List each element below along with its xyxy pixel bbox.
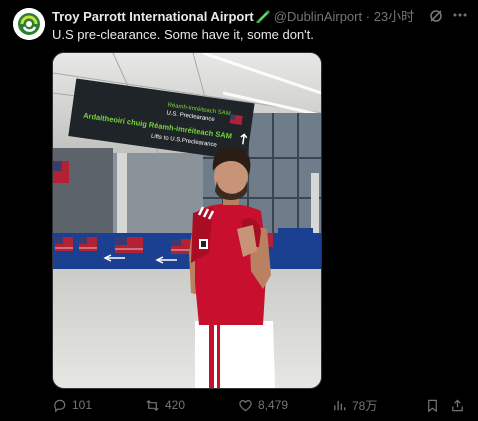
- views-button[interactable]: 78万: [332, 396, 377, 414]
- bookmark-button[interactable]: [425, 396, 440, 414]
- bookmark-icon: [428, 399, 437, 412]
- repost-count: 420: [165, 398, 186, 412]
- like-count: 8,479: [258, 398, 289, 412]
- grok-icon[interactable]: [428, 8, 444, 24]
- reply-button[interactable]: 101: [52, 396, 92, 414]
- share-icon: [452, 398, 463, 411]
- timestamp[interactable]: 23小时: [374, 9, 414, 24]
- more-options-icon[interactable]: [451, 6, 469, 24]
- reply-count: 101: [72, 398, 93, 412]
- action-bar: 101 420 8,479 78万: [0, 396, 478, 414]
- heart-icon: [239, 399, 252, 411]
- tweet-text: U.S pre-clearance. Some have it, some do…: [52, 27, 314, 42]
- tweet[interactable]: Troy Parrott International Airport @Dubli…: [0, 0, 478, 421]
- tweet-header: Troy Parrott International Airport @Dubli…: [52, 8, 448, 26]
- reply-icon: [54, 399, 66, 413]
- repost-icon: [146, 399, 159, 411]
- repost-button[interactable]: 420: [145, 396, 185, 414]
- handle[interactable]: @DublinAirport: [274, 9, 362, 24]
- dublin-airport-logo-icon: [13, 8, 45, 40]
- tweet-photo[interactable]: Réamh-imréiteach SAM U.S. Preclearance A…: [52, 52, 322, 389]
- shamrock-flag-icon: [256, 10, 270, 26]
- like-button[interactable]: 8,479: [238, 396, 288, 414]
- view-count: 78万: [352, 398, 378, 413]
- display-name[interactable]: Troy Parrott International Airport: [52, 9, 254, 24]
- views-icon: [334, 400, 346, 410]
- separator: ·: [365, 9, 371, 24]
- avatar[interactable]: [13, 8, 45, 40]
- share-button[interactable]: [450, 396, 465, 414]
